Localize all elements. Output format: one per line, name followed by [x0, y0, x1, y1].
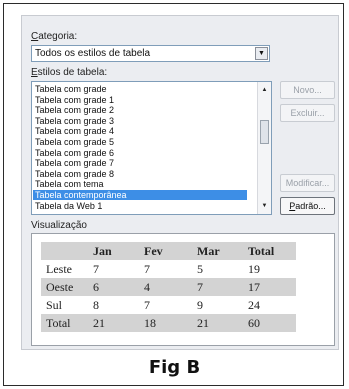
table-cell: 19: [248, 261, 260, 276]
chevron-down-icon[interactable]: ▼: [255, 47, 268, 60]
category-label-text: ategoria:: [38, 31, 78, 42]
scroll-thumb[interactable]: [260, 120, 269, 144]
list-item[interactable]: Tabela com grade 4: [35, 126, 114, 136]
table-row: Sul 8 7 9 24: [41, 296, 296, 314]
styles-listbox[interactable]: Tabela com grade Tabela com grade 1 Tabela…: [31, 81, 272, 215]
table-cell: Mar: [192, 242, 243, 260]
table-cell: 7: [144, 261, 150, 276]
styles-label-text: stilos de tabela:: [37, 67, 108, 78]
table-cell: 4: [139, 278, 192, 296]
category-select-value: Todos os estilos de tabela: [35, 48, 151, 59]
table-cell: 21: [192, 314, 243, 332]
default-button[interactable]: Padrão...: [280, 197, 335, 215]
table-row: Leste 7 7 5 19: [41, 260, 296, 278]
table-cell: Leste: [46, 261, 72, 276]
table-cell: 18: [139, 314, 192, 332]
default-button-label: adrão...: [295, 201, 326, 211]
preview-header-row: Jan Fev Mar Total: [41, 242, 296, 260]
table-cell: 9: [197, 297, 203, 312]
table-cell: Fev: [139, 242, 192, 260]
table-cell: 7: [192, 278, 243, 296]
modify-button[interactable]: Modificar...: [280, 174, 335, 192]
table-cell: Total: [243, 242, 296, 260]
table-cell: 24: [248, 297, 260, 312]
table-cell: 21: [88, 314, 139, 332]
list-item[interactable]: Tabela com grade 6: [35, 148, 114, 158]
list-item[interactable]: Tabela da Web 1: [35, 201, 102, 211]
list-item[interactable]: Tabela com grade 7: [35, 158, 114, 168]
table-cell: 5: [197, 261, 203, 276]
list-item[interactable]: Tabela com grade 2: [35, 105, 114, 115]
preview-table: Jan Fev Mar Total Leste 7 7 5 19 Oeste 6 4 7 17 Sul 8 7 9…: [41, 242, 296, 332]
scrollbar[interactable]: ▲ ▼: [257, 82, 271, 214]
new-button[interactable]: Novo...: [280, 81, 335, 99]
table-cell: Oeste: [41, 278, 88, 296]
preview-box: Jan Fev Mar Total Leste 7 7 5 19 Oeste 6 4 7 17 Sul 8 7 9…: [31, 233, 335, 346]
list-item[interactable]: Tabela contemporânea: [33, 190, 247, 200]
scroll-down-icon[interactable]: ▼: [260, 201, 269, 211]
list-item[interactable]: Tabela com grade 1: [35, 95, 114, 105]
figure-caption: Fig B: [148, 357, 201, 378]
table-cell: 7: [144, 297, 150, 312]
table-cell: 7: [93, 261, 99, 276]
scroll-up-icon[interactable]: ▲: [260, 85, 269, 95]
table-cell: Sul: [46, 297, 63, 312]
table-cell: Total: [41, 314, 88, 332]
preview-label: Visualização: [31, 220, 87, 231]
list-item[interactable]: Tabela com grade 8: [35, 169, 114, 179]
list-item[interactable]: Tabela com grade 5: [35, 137, 114, 147]
styles-label: Estilos de tabela:: [31, 67, 107, 78]
table-cell: 17: [243, 278, 296, 296]
list-item[interactable]: Tabela com grade: [35, 84, 107, 94]
table-cell: 8: [93, 297, 99, 312]
table-cell: Jan: [88, 242, 139, 260]
table-row: Total 21 18 21 60: [41, 314, 296, 332]
list-item[interactable]: Tabela com tema: [35, 179, 104, 189]
styles-label-mnemonic: E: [31, 67, 38, 78]
table-row: Oeste 6 4 7 17: [41, 278, 296, 296]
table-cell: 6: [88, 278, 139, 296]
list-item[interactable]: Tabela com grade 3: [35, 116, 114, 126]
category-select[interactable]: Todos os estilos de tabela ▼: [31, 45, 270, 62]
table-cell: 60: [243, 314, 296, 332]
category-label: Categoria:: [31, 31, 77, 42]
delete-button[interactable]: Excluir...: [280, 104, 335, 122]
table-cell: [41, 242, 88, 260]
